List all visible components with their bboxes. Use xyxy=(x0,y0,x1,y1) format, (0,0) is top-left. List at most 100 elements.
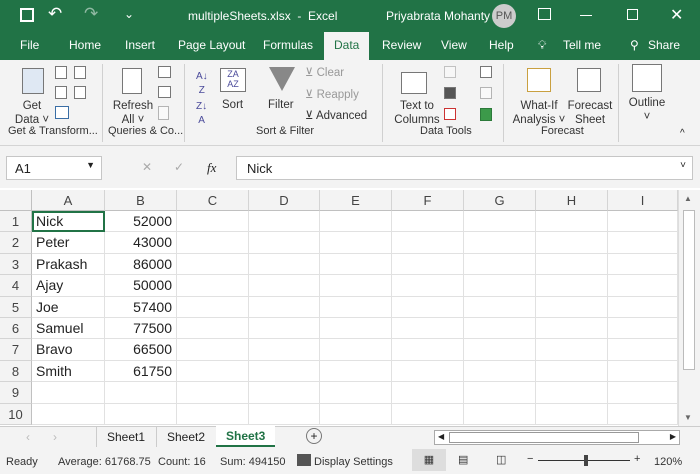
add-sheet-icon[interactable]: + xyxy=(306,428,322,444)
column-header-f[interactable]: F xyxy=(392,190,464,211)
cell-E5[interactable] xyxy=(320,296,392,318)
cell-E6[interactable] xyxy=(320,318,392,340)
cell-I7[interactable] xyxy=(608,339,678,361)
avatar[interactable]: PM xyxy=(492,4,516,28)
tell-me-search[interactable]: Tell me xyxy=(563,38,601,52)
column-header-a[interactable]: A xyxy=(32,190,105,211)
tab-home[interactable]: Home xyxy=(69,38,101,52)
horizontal-scrollbar[interactable]: ◀ ▶ xyxy=(434,430,680,445)
column-header-b[interactable]: B xyxy=(105,190,177,211)
cell-F1[interactable] xyxy=(392,211,464,233)
close-button[interactable]: ✕ xyxy=(670,5,683,25)
cell-H9[interactable] xyxy=(536,382,608,404)
cell-A9[interactable] xyxy=(32,382,105,404)
cell-G5[interactable] xyxy=(464,296,536,318)
tab-view[interactable]: View xyxy=(441,38,467,52)
cell-G10[interactable] xyxy=(464,403,536,425)
cell-B4[interactable]: 50000 xyxy=(105,275,177,297)
maximize-button[interactable] xyxy=(627,9,638,20)
cell-E7[interactable] xyxy=(320,339,392,361)
from-table-icon[interactable] xyxy=(55,106,69,119)
next-sheet-icon[interactable]: › xyxy=(53,430,57,444)
cell-E4[interactable] xyxy=(320,275,392,297)
cell-C3[interactable] xyxy=(177,253,249,276)
tab-file[interactable]: File xyxy=(20,38,39,52)
flash-fill-icon[interactable] xyxy=(444,66,456,78)
cell-E9[interactable] xyxy=(320,382,392,404)
cell-F8[interactable] xyxy=(392,360,464,383)
data-validation-icon[interactable] xyxy=(444,108,456,120)
clear-button[interactable]: ⊻ Clear xyxy=(305,66,344,80)
outline-button[interactable]: Outline ˅ xyxy=(626,96,668,124)
undo-icon[interactable]: ↶ xyxy=(48,4,62,24)
cell-I10[interactable] xyxy=(608,403,678,425)
cell-C6[interactable] xyxy=(177,318,249,340)
remove-duplicates-icon[interactable] xyxy=(444,87,456,99)
reapply-button[interactable]: ⊻ Reapply xyxy=(305,88,359,102)
cell-D1[interactable] xyxy=(249,211,320,233)
sheet-tab-sheet2[interactable]: Sheet2 xyxy=(156,427,215,447)
cell-H10[interactable] xyxy=(536,403,608,425)
cell-D8[interactable] xyxy=(249,360,320,383)
cell-E8[interactable] xyxy=(320,360,392,383)
cell-G9[interactable] xyxy=(464,382,536,404)
row-header[interactable]: 9 xyxy=(0,382,32,404)
column-header-g[interactable]: G xyxy=(464,190,536,211)
cell-B3[interactable]: 86000 xyxy=(105,253,177,276)
cell-I9[interactable] xyxy=(608,382,678,404)
cell-G7[interactable] xyxy=(464,339,536,361)
cell-D7[interactable] xyxy=(249,339,320,361)
text-to-columns-button[interactable]: Text to Columns xyxy=(392,99,442,127)
cell-E2[interactable] xyxy=(320,232,392,254)
cell-A7[interactable]: Bravo xyxy=(32,339,105,361)
what-if-analysis-button[interactable]: What-If Analysis ˅ xyxy=(512,99,566,127)
cell-G1[interactable] xyxy=(464,211,536,233)
zoom-in-button[interactable]: + xyxy=(634,453,640,465)
zoom-slider[interactable] xyxy=(538,455,630,466)
cell-I1[interactable] xyxy=(608,211,678,233)
cell-G6[interactable] xyxy=(464,318,536,340)
cell-B1[interactable]: 52000 xyxy=(105,211,177,233)
cell-H5[interactable] xyxy=(536,296,608,318)
column-header-i[interactable]: I xyxy=(608,190,678,211)
row-header[interactable]: 7 xyxy=(0,339,32,361)
from-web-icon[interactable] xyxy=(55,86,67,99)
sort-a-z-button[interactable]: A↓ Z xyxy=(196,70,208,98)
cell-B6[interactable]: 77500 xyxy=(105,318,177,340)
cell-F10[interactable] xyxy=(392,403,464,425)
relationships-icon[interactable] xyxy=(480,87,492,99)
row-header[interactable]: 5 xyxy=(0,296,32,318)
cell-B2[interactable]: 43000 xyxy=(105,232,177,254)
zoom-level[interactable]: 120% xyxy=(654,456,682,468)
cell-A2[interactable]: Peter xyxy=(32,232,105,254)
cell-C4[interactable] xyxy=(177,275,249,297)
zoom-out-button[interactable]: − xyxy=(527,453,533,465)
redo-icon[interactable]: ↷ xyxy=(84,4,98,24)
cell-I3[interactable] xyxy=(608,253,678,276)
cell-E10[interactable] xyxy=(320,403,392,425)
row-header[interactable]: 4 xyxy=(0,275,32,297)
normal-view-icon[interactable]: ▦ xyxy=(412,449,446,471)
cell-H6[interactable] xyxy=(536,318,608,340)
advanced-button[interactable]: ⊻ Advanced xyxy=(305,109,367,123)
name-box[interactable]: A1 ▼ xyxy=(6,156,102,180)
tab-insert[interactable]: Insert xyxy=(125,38,155,52)
cell-C10[interactable] xyxy=(177,403,249,425)
filter-button[interactable]: Filter xyxy=(268,98,294,112)
cell-B10[interactable] xyxy=(105,403,177,425)
cell-C1[interactable] xyxy=(177,211,249,233)
cell-H2[interactable] xyxy=(536,232,608,254)
cell-B7[interactable]: 66500 xyxy=(105,339,177,361)
cell-D10[interactable] xyxy=(249,403,320,425)
cell-G3[interactable] xyxy=(464,253,536,276)
cell-I8[interactable] xyxy=(608,360,678,383)
cell-H8[interactable] xyxy=(536,360,608,383)
cell-A3[interactable]: Prakash xyxy=(32,253,105,276)
cell-D9[interactable] xyxy=(249,382,320,404)
share-button[interactable]: Share xyxy=(648,38,680,52)
properties-icon[interactable] xyxy=(158,86,171,98)
cell-E1[interactable] xyxy=(320,211,392,233)
from-text-icon[interactable] xyxy=(55,66,67,79)
tab-review[interactable]: Review xyxy=(382,38,421,52)
tab-page-layout[interactable]: Page Layout xyxy=(178,38,245,52)
